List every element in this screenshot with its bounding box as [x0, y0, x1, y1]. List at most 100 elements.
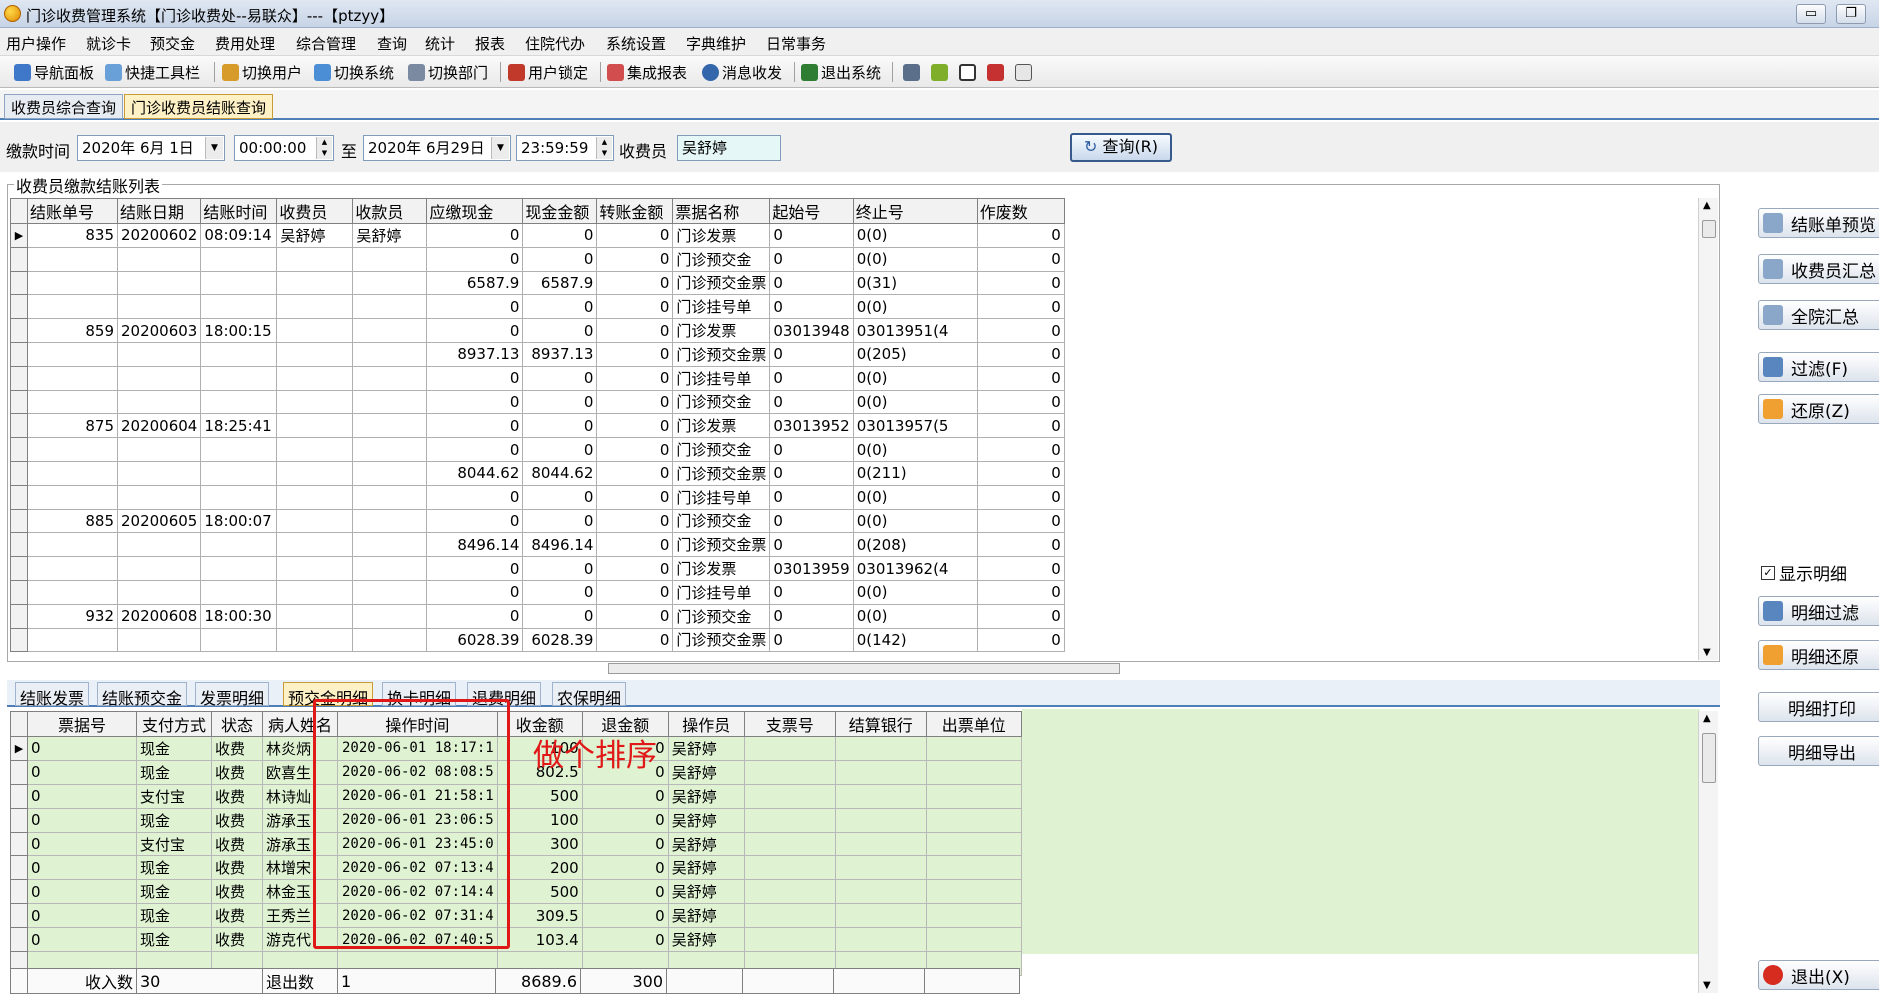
- table-cell[interactable]: 0: [522, 508, 598, 534]
- table-cell[interactable]: [276, 413, 354, 439]
- table-cell[interactable]: 0: [976, 603, 1065, 629]
- detail-filter-button[interactable]: 明细过滤: [1758, 596, 1879, 626]
- table-cell[interactable]: [116, 247, 202, 272]
- table-cell[interactable]: 0: [769, 437, 854, 462]
- table-cell[interactable]: 0: [976, 223, 1065, 248]
- table-row[interactable]: 0 支付宝 收费 林诗灿 2020-06-01 21:58:1 500 0 吴舒婷: [10, 783, 1022, 809]
- table-cell[interactable]: 0: [522, 579, 598, 605]
- current-row-indicator[interactable]: ▶: [10, 223, 28, 248]
- table-cell[interactable]: [276, 508, 354, 534]
- table-cell[interactable]: [200, 271, 278, 296]
- table-cell[interactable]: [352, 294, 428, 320]
- table-cell[interactable]: 0: [596, 294, 674, 320]
- table-row[interactable]: 0 0 0 门诊挂号单 0 0(0) 0: [10, 484, 1065, 510]
- hospital-summary-button[interactable]: 全院汇总: [1758, 300, 1879, 330]
- edit-button[interactable]: [903, 61, 923, 83]
- table-cell[interactable]: 0: [426, 579, 524, 605]
- user-lock-button[interactable]: 用户锁定: [508, 61, 588, 83]
- table-cell[interactable]: [352, 247, 428, 272]
- table-cell[interactable]: [276, 437, 354, 462]
- table-cell[interactable]: 门诊发票: [672, 556, 771, 581]
- table-cell[interactable]: 支付宝: [136, 831, 212, 857]
- table-row[interactable]: 0 现金 收费 王秀兰 2020-06-02 07:31:4 309.5 0 吴舒婷: [10, 903, 1022, 929]
- switch-user-button[interactable]: 切换用户: [222, 61, 302, 83]
- table-cell[interactable]: [200, 556, 278, 581]
- row-indicator[interactable]: [10, 807, 28, 833]
- table-cell[interactable]: 0: [769, 508, 854, 534]
- table-cell[interactable]: [352, 366, 428, 391]
- table-cell[interactable]: 0: [426, 389, 524, 415]
- table-cell[interactable]: 0: [426, 246, 524, 272]
- table-cell[interactable]: 0: [976, 556, 1065, 581]
- table-row[interactable]: ▶ 0 现金 收费 林炎炳 2020-06-01 18:17:1 100 0 吴舒婷: [10, 736, 1022, 761]
- table-cell[interactable]: [116, 580, 202, 605]
- table-cell[interactable]: [200, 532, 278, 558]
- table-cell[interactable]: [116, 271, 202, 296]
- table-cell[interactable]: 门诊预交金: [672, 603, 771, 629]
- col-header[interactable]: 操作员: [667, 711, 745, 737]
- table-cell[interactable]: 885: [27, 508, 118, 534]
- row-indicator[interactable]: [10, 246, 28, 272]
- table-cell[interactable]: 18:25:41: [200, 413, 278, 439]
- table-cell[interactable]: [276, 461, 354, 486]
- calculator-button[interactable]: [1015, 61, 1035, 83]
- table-cell[interactable]: 门诊预交金票: [672, 627, 771, 653]
- table-cell[interactable]: 现金: [136, 807, 212, 833]
- table-cell[interactable]: 0: [769, 365, 854, 391]
- table-cell[interactable]: [276, 603, 354, 629]
- table-cell[interactable]: 8496.14: [522, 532, 598, 558]
- table-cell[interactable]: 门诊挂号单: [672, 365, 771, 391]
- table-cell[interactable]: [276, 294, 354, 320]
- table-cell[interactable]: 0: [426, 413, 524, 439]
- table-row[interactable]: 6028.39 6028.39 0 门诊预交金票 0 0(142) 0: [10, 627, 1065, 653]
- table-cell[interactable]: 18:00:07: [200, 508, 278, 534]
- table-cell[interactable]: 20200605: [116, 508, 202, 534]
- row-indicator[interactable]: [10, 903, 28, 929]
- table-cell[interactable]: 0: [596, 627, 674, 653]
- table-cell[interactable]: 0: [976, 627, 1065, 653]
- table-cell[interactable]: 0: [769, 246, 854, 272]
- table-cell[interactable]: 0: [27, 927, 137, 953]
- table-cell[interactable]: 收费: [211, 831, 263, 857]
- col-header[interactable]: 起始号: [769, 198, 854, 224]
- menu-fees[interactable]: 费用处理: [215, 33, 275, 54]
- table-cell[interactable]: 0: [596, 413, 674, 439]
- table-cell[interactable]: 0: [581, 783, 669, 809]
- table-row[interactable]: 8937.13 8937.13 0 门诊预交金票 0 0(205) 0: [10, 341, 1065, 367]
- table-cell[interactable]: [925, 736, 1022, 761]
- table-cell[interactable]: [352, 556, 428, 581]
- row-indicator[interactable]: [10, 532, 28, 558]
- table-row[interactable]: 0 0 0 门诊挂号单 0 0(0) 0: [10, 579, 1065, 605]
- table-cell[interactable]: [834, 759, 927, 785]
- tab-cashier-overview[interactable]: 收费员综合查询: [4, 94, 124, 119]
- table-cell[interactable]: 0: [27, 807, 137, 833]
- table-cell[interactable]: 0: [426, 365, 524, 391]
- table-cell[interactable]: 吴舒婷: [667, 855, 745, 881]
- table-cell[interactable]: 门诊预交金: [672, 437, 771, 462]
- table-cell[interactable]: [276, 318, 354, 343]
- table-cell[interactable]: 0: [769, 294, 854, 320]
- table-cell[interactable]: 0: [769, 627, 854, 653]
- table-cell[interactable]: 0: [522, 603, 598, 629]
- detail-grid-scrollbar[interactable]: ▲ ▼: [1698, 711, 1718, 993]
- table-cell[interactable]: 0: [976, 270, 1065, 296]
- menu-daily[interactable]: 日常事务: [766, 33, 826, 54]
- table-cell[interactable]: 0: [596, 508, 674, 534]
- table-cell[interactable]: [27, 556, 118, 581]
- table-cell[interactable]: 门诊预交金: [672, 389, 771, 415]
- table-row[interactable]: 0 0 0 门诊发票 03013959 03013962(4 0: [10, 556, 1065, 581]
- table-cell[interactable]: 0: [596, 246, 674, 272]
- filter-button[interactable]: 过滤(F): [1758, 352, 1879, 382]
- table-cell[interactable]: 0: [976, 460, 1065, 486]
- table-cell[interactable]: [200, 437, 278, 462]
- table-cell[interactable]: 0: [426, 318, 524, 343]
- table-cell[interactable]: 0: [596, 365, 674, 391]
- tab-cashier-settlement[interactable]: 门诊收费员结账查询: [124, 94, 274, 119]
- table-cell[interactable]: 20200603: [116, 318, 202, 343]
- table-row[interactable]: 0 0 0 门诊预交金 0 0(0) 0: [10, 389, 1065, 415]
- table-cell[interactable]: 门诊预交金票: [672, 270, 771, 296]
- row-indicator[interactable]: [10, 603, 28, 629]
- table-row[interactable]: 932 20200608 18:00:30 0 0 0 门诊预交金 0 0(0) 0: [10, 603, 1065, 629]
- table-cell[interactable]: 0: [596, 603, 674, 629]
- row-indicator[interactable]: [10, 879, 28, 905]
